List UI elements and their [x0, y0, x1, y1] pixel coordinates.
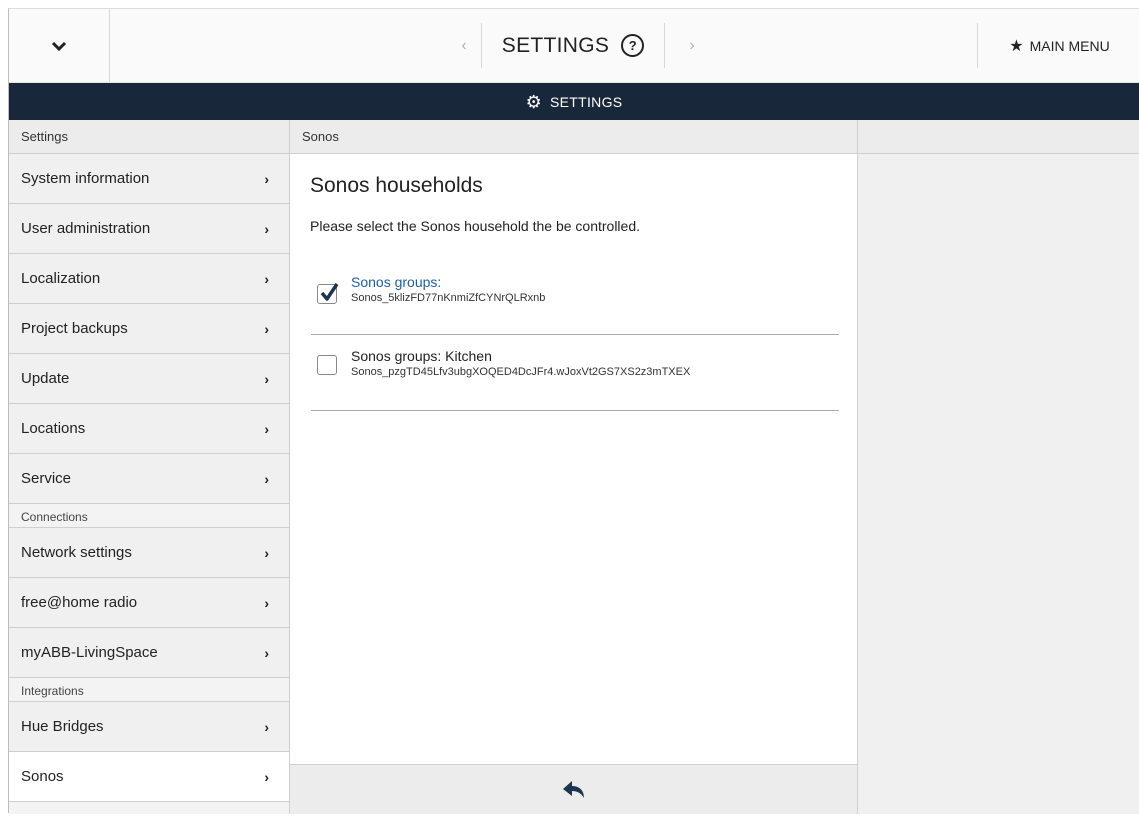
- sidebar-item-label: Update: [21, 370, 70, 387]
- chevron-right-icon: ›: [264, 220, 269, 237]
- sidebar-item-label: myABB-LivingSpace: [21, 644, 158, 661]
- sidebar-item-label: Hue Bridges: [21, 718, 104, 735]
- app-window: ‹ SETTINGS ? › ★ MAIN MENU ⚙ SETTINGS Se…: [8, 8, 1139, 814]
- sidebar-item-network-settings[interactable]: Network settings ›: [9, 528, 289, 578]
- chevron-right-icon: ›: [264, 644, 269, 661]
- sidebar-item-label: Service: [21, 470, 72, 487]
- column-header-sonos: Sonos: [290, 120, 858, 154]
- main-menu-button[interactable]: ★ MAIN MENU: [977, 23, 1139, 68]
- column-header-settings: Settings: [9, 120, 290, 154]
- gear-icon: ⚙: [525, 91, 542, 112]
- sonos-panel: Sonos households Please select the Sonos…: [290, 154, 858, 764]
- sidebar-item-hue-bridges[interactable]: Hue Bridges ›: [9, 702, 289, 752]
- sidebar-section-integrations: Integrations: [9, 678, 289, 702]
- household-name: Sonos groups:: [351, 274, 442, 290]
- section-header-bar: ⚙ SETTINGS: [9, 83, 1139, 120]
- chevron-right-icon: ›: [264, 470, 269, 487]
- chevron-right-icon: ›: [264, 270, 269, 287]
- sidebar-item-user-administration[interactable]: User administration ›: [9, 204, 289, 254]
- chevron-right-icon: ›: [264, 370, 269, 387]
- page-title: SETTINGS: [501, 33, 610, 57]
- title-group: SETTINGS ?: [481, 23, 665, 68]
- sidebar-item-label: Localization: [21, 270, 101, 287]
- settings-sidebar: System information › User administration…: [9, 154, 290, 814]
- sidebar-item-label: Network settings: [21, 544, 132, 561]
- household-id: Sonos_5klizFD77nKnmiZfCYNrQLRxnb: [351, 292, 546, 304]
- household-option[interactable]: Sonos groups: Sonos_5klizFD77nKnmiZfCYNr…: [311, 259, 839, 335]
- checkmark-icon: [320, 283, 339, 301]
- sidebar-item-myabb-livingspace[interactable]: myABB-LivingSpace ›: [9, 628, 289, 678]
- household-name: Sonos groups: Kitchen: [351, 348, 492, 364]
- chevron-down-icon: [51, 41, 67, 51]
- chevron-right-icon: ›: [264, 170, 269, 187]
- sidebar-item-sonos[interactable]: Sonos ›: [9, 752, 289, 802]
- chevron-right-icon: ›: [264, 544, 269, 561]
- sidebar-item-label: System information: [21, 170, 150, 187]
- household-option[interactable]: Sonos groups: Kitchen Sonos_pzgTD45Lfv3u…: [311, 335, 839, 411]
- sidebar-item-locations[interactable]: Locations ›: [9, 404, 289, 454]
- chevron-right-icon: ›: [264, 768, 269, 785]
- sidebar-item-label: User administration: [21, 220, 151, 237]
- chevron-right-icon: ›: [264, 420, 269, 437]
- right-panel: [858, 154, 1139, 814]
- column-header-empty: [858, 120, 1139, 154]
- household-checkbox-unchecked[interactable]: [317, 355, 337, 375]
- sidebar-item-project-backups[interactable]: Project backups ›: [9, 304, 289, 354]
- panel-description: Please select the Sonos household the be…: [310, 218, 641, 234]
- chevron-right-icon: ›: [264, 718, 269, 735]
- panel-heading: Sonos households: [310, 174, 483, 197]
- sidebar-item-system-information[interactable]: System information ›: [9, 154, 289, 204]
- sidebar-item-update[interactable]: Update ›: [9, 354, 289, 404]
- sidebar-item-free-at-home-radio[interactable]: free@home radio ›: [9, 578, 289, 628]
- chevron-left-icon: ‹: [461, 37, 467, 54]
- next-button[interactable]: ›: [677, 31, 707, 61]
- sidebar-item-label: Locations: [21, 420, 86, 437]
- dropdown-toggle-button[interactable]: [9, 9, 110, 82]
- back-arrow-icon: [562, 780, 584, 798]
- bottom-action-bar: [290, 764, 858, 814]
- sidebar-item-label: Project backups: [21, 320, 128, 337]
- sidebar-section-connections: Connections: [9, 504, 289, 528]
- sidebar-item-service[interactable]: Service ›: [9, 454, 289, 504]
- sidebar-item-label: Sonos: [21, 768, 64, 785]
- top-bar: ‹ SETTINGS ? › ★ MAIN MENU: [9, 9, 1139, 83]
- previous-button[interactable]: ‹: [449, 31, 479, 61]
- household-id: Sonos_pzgTD45Lfv3ubgXOQED4DcJFr4.wJoxVt2…: [351, 366, 691, 378]
- star-icon: ★: [1009, 37, 1024, 55]
- chevron-right-icon: ›: [264, 320, 269, 337]
- chevron-right-icon: ›: [264, 594, 269, 611]
- back-button[interactable]: [562, 780, 585, 799]
- sidebar-item-label: free@home radio: [21, 594, 138, 611]
- sidebar-item-localization[interactable]: Localization ›: [9, 254, 289, 304]
- main-menu-label: MAIN MENU: [1029, 37, 1110, 54]
- household-checkbox-checked[interactable]: [317, 283, 339, 304]
- chevron-right-icon: ›: [689, 37, 695, 54]
- section-header-title: SETTINGS: [550, 93, 623, 110]
- help-circle-icon[interactable]: ?: [621, 34, 645, 57]
